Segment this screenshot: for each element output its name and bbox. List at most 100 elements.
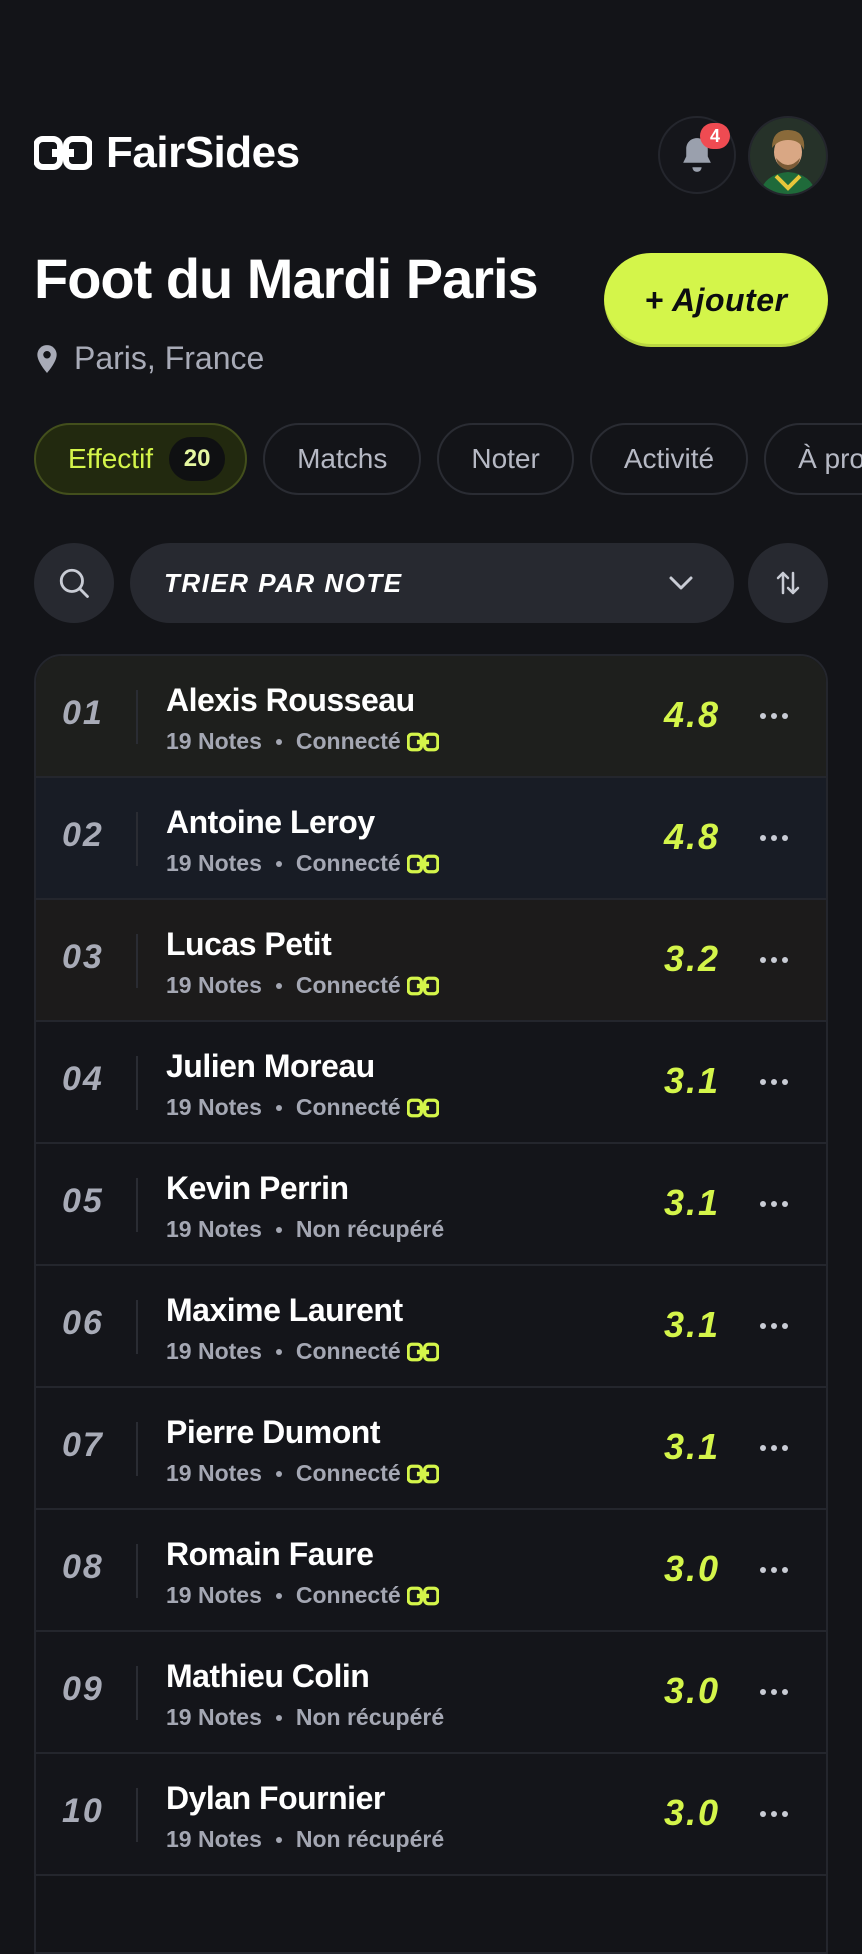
- more-dot: [782, 1201, 788, 1207]
- tab-label: Activité: [623, 443, 715, 474]
- player-meta: 19 Notes Connecté: [166, 1094, 439, 1121]
- player-row[interactable]: 09 Mathieu Colin 19 Notes Non récupéré 3…: [36, 1632, 826, 1754]
- player-score: 3.1: [663, 1426, 720, 1467]
- more-dot: [760, 713, 766, 719]
- player-rank: 08: [62, 1548, 104, 1586]
- sort-arrows-icon: [776, 571, 800, 595]
- player-score: 3.1: [663, 1182, 720, 1223]
- brand[interactable]: FairSides: [34, 128, 300, 178]
- more-options-button[interactable]: [752, 944, 796, 976]
- more-options-button[interactable]: [752, 1066, 796, 1098]
- more-options-button[interactable]: [752, 1554, 796, 1586]
- player-rank: 10: [62, 1792, 104, 1830]
- sort-order-button[interactable]: [748, 543, 828, 623]
- tab-a-propos[interactable]: À propos: [764, 423, 862, 495]
- more-options-button[interactable]: [752, 700, 796, 732]
- player-rank: 09: [62, 1670, 104, 1708]
- tab-matchs[interactable]: Matchs: [263, 423, 422, 495]
- player-score: 4.8: [663, 694, 720, 735]
- row-divider: [136, 690, 138, 744]
- more-dot: [771, 1811, 777, 1817]
- more-dot: [771, 1323, 777, 1329]
- player-row[interactable]: 06 Maxime Laurent 19 Notes Connecté 3.1: [36, 1266, 826, 1388]
- player-name: Romain Faure: [166, 1536, 374, 1572]
- more-dot: [771, 1567, 777, 1573]
- player-status: Connecté: [295, 1094, 401, 1120]
- player-name: Mathieu Colin: [166, 1658, 370, 1694]
- row-divider: [136, 812, 138, 866]
- row-divider: [136, 1178, 138, 1232]
- player-name: Kevin Perrin: [166, 1170, 349, 1206]
- tab-bar: Effectif 20 Matchs Noter Activité À prop…: [34, 423, 862, 495]
- location-pin-icon: [37, 344, 57, 373]
- more-dot: [782, 713, 788, 719]
- player-score: 4.8: [663, 816, 720, 857]
- row-divider: [136, 1666, 138, 1720]
- more-options-button[interactable]: [752, 1432, 796, 1464]
- player-row[interactable]: 03 Lucas Petit 19 Notes Connecté 3.2: [36, 900, 826, 1022]
- player-status: Connecté: [295, 1460, 401, 1486]
- player-row[interactable]: 07 Pierre Dumont 19 Notes Connecté 3.1: [36, 1388, 826, 1510]
- player-rank: 05: [62, 1182, 104, 1220]
- notifications-button[interactable]: 4: [658, 116, 736, 194]
- player-meta: 19 Notes Non récupéré: [166, 1704, 444, 1731]
- more-dot: [760, 1323, 766, 1329]
- separator-dot: [275, 1592, 282, 1599]
- player-status: Connecté: [295, 728, 401, 754]
- sort-dropdown[interactable]: TRIER PAR NOTE: [130, 543, 734, 623]
- more-dot: [771, 835, 777, 841]
- avatar[interactable]: [748, 116, 828, 196]
- player-notes: 19 Notes: [166, 728, 262, 754]
- more-options-button[interactable]: [752, 1676, 796, 1708]
- player-row[interactable]: 08 Romain Faure 19 Notes Connecté 3.0: [36, 1510, 826, 1632]
- separator-dot: [275, 982, 282, 989]
- separator-dot: [275, 1714, 282, 1721]
- sort-label: TRIER PAR NOTE: [164, 567, 403, 598]
- player-score: 3.1: [663, 1304, 720, 1345]
- tab-noter[interactable]: Noter: [437, 423, 574, 495]
- tab-effectif[interactable]: Effectif 20: [34, 423, 248, 495]
- more-dot: [771, 1201, 777, 1207]
- player-rank: 04: [62, 1060, 104, 1098]
- player-rank: 03: [62, 938, 104, 976]
- player-row[interactable]: 02 Antoine Leroy 19 Notes Connecté 4.8: [36, 778, 826, 900]
- player-rank: 02: [62, 816, 104, 854]
- player-status: Non récupéré: [295, 1216, 445, 1242]
- player-notes: 19 Notes: [166, 1826, 262, 1852]
- more-options-button[interactable]: [752, 1798, 796, 1830]
- app-name: FairSides: [106, 128, 300, 177]
- separator-dot: [275, 1104, 282, 1111]
- add-button[interactable]: + Ajouter: [604, 253, 828, 347]
- connected-logo-icon: [406, 976, 439, 995]
- search-button[interactable]: [34, 543, 114, 623]
- more-options-button[interactable]: [752, 822, 796, 854]
- tab-label: Effectif: [68, 443, 154, 474]
- player-notes: 19 Notes: [166, 1338, 262, 1364]
- separator-dot: [275, 1226, 282, 1233]
- more-options-button[interactable]: [752, 1188, 796, 1220]
- player-score: 3.0: [663, 1548, 720, 1589]
- player-row[interactable]: 01 Alexis Rousseau 19 Notes Connecté 4.8: [36, 656, 826, 778]
- player-name: Antoine Leroy: [166, 804, 375, 840]
- player-row[interactable]: 04 Julien Moreau 19 Notes Connecté 3.1: [36, 1022, 826, 1144]
- player-list: 01 Alexis Rousseau 19 Notes Connecté 4.8…: [34, 654, 828, 1954]
- more-dot: [782, 1079, 788, 1085]
- row-divider: [136, 1788, 138, 1842]
- user-avatar-image: [750, 118, 826, 194]
- player-name: Maxime Laurent: [166, 1292, 403, 1328]
- tab-activite[interactable]: Activité: [589, 423, 749, 495]
- app-header: FairSides 4: [34, 116, 828, 196]
- player-meta: 19 Notes Non récupéré: [166, 1216, 444, 1243]
- search-icon: [59, 568, 89, 598]
- row-divider: [136, 1300, 138, 1354]
- player-status: Connecté: [295, 1338, 401, 1364]
- player-meta: 19 Notes Connecté: [166, 1460, 439, 1487]
- more-options-button[interactable]: [752, 1310, 796, 1342]
- player-row[interactable]: 05 Kevin Perrin 19 Notes Non récupéré 3.…: [36, 1144, 826, 1266]
- player-meta: 19 Notes Connecté: [166, 972, 439, 999]
- more-dot: [771, 713, 777, 719]
- player-notes: 19 Notes: [166, 1704, 262, 1730]
- player-row[interactable]: 10 Dylan Fournier 19 Notes Non récupéré …: [36, 1754, 826, 1876]
- more-dot: [782, 1445, 788, 1451]
- connected-logo-icon: [406, 1464, 439, 1483]
